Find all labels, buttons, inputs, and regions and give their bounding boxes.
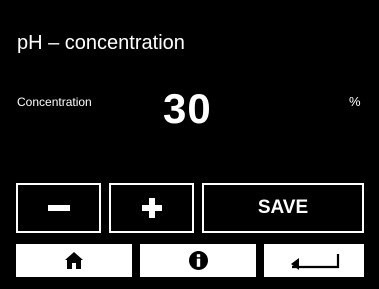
home-button[interactable] xyxy=(16,244,132,277)
plus-icon xyxy=(141,198,162,218)
back-arrow-icon xyxy=(291,253,340,270)
ph-concentration-screen: pH – concentration Concentration 30 % SA… xyxy=(0,0,379,289)
minus-icon xyxy=(47,205,70,211)
increase-button[interactable] xyxy=(109,183,194,233)
concentration-label: Concentration xyxy=(17,95,92,109)
back-button[interactable] xyxy=(264,244,364,277)
info-button[interactable] xyxy=(140,244,256,277)
page-title: pH – concentration xyxy=(17,32,185,54)
home-icon xyxy=(65,252,83,269)
info-icon xyxy=(188,251,208,270)
decrease-button[interactable] xyxy=(16,183,101,233)
save-button[interactable]: SAVE xyxy=(202,183,364,233)
concentration-value: 30 xyxy=(163,85,212,132)
unit-label: % xyxy=(349,94,361,109)
